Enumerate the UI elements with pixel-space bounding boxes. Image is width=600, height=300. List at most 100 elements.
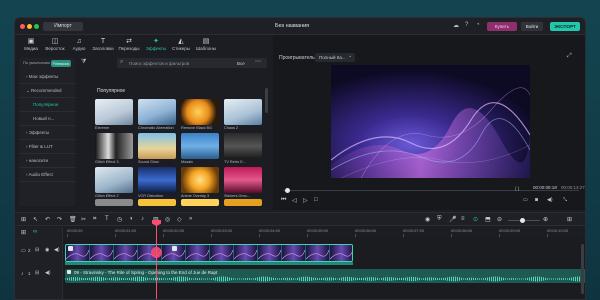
display-icon[interactable]: ▭ [523, 197, 528, 203]
fullscreen-icon[interactable]: ⤢ [567, 53, 572, 60]
redo-icon[interactable]: ↷ [57, 216, 62, 223]
effect-thumb[interactable] [95, 133, 133, 159]
filmstock-badge[interactable]: Filmstock [51, 60, 71, 67]
snap-icon[interactable]: ⊙ [473, 216, 478, 223]
select-icon[interactable]: ↖ [33, 216, 38, 223]
link-icon[interactable]: ∞ [33, 229, 37, 235]
volume-icon[interactable]: ◀) [547, 197, 553, 203]
grid-icon[interactable]: ⊞ [567, 216, 572, 223]
render-icon[interactable]: ◉ [425, 216, 430, 223]
effect-thumb[interactable] [138, 133, 176, 159]
effect-thumb[interactable] [224, 99, 262, 125]
funnel-icon[interactable]: ⧩ [81, 59, 86, 66]
nav-item-overlays[interactable]: › наносити [19, 154, 75, 168]
prev-frame-icon[interactable]: ◁ [292, 197, 297, 204]
quality-dropdown[interactable]: Полный Ка... ⌄ [315, 53, 355, 62]
cloud-icon[interactable]: ☁ [453, 22, 459, 29]
effect-thumb[interactable] [95, 99, 133, 125]
split-icon[interactable]: ✂ [81, 216, 86, 223]
import-button[interactable]: Импорт [43, 22, 83, 31]
zoom-out-icon[interactable]: ⊖ [497, 216, 502, 223]
effect-thumb[interactable] [95, 199, 133, 206]
tab-templates[interactable]: ▤ Шаблоны [194, 37, 218, 55]
library-scrollbar[interactable] [265, 88, 268, 113]
buy-button[interactable]: Купить [487, 22, 517, 31]
close-window-button[interactable] [20, 24, 25, 29]
more-icon[interactable]: ⋯ [255, 58, 261, 65]
nav-item-popular[interactable]: Популярное [19, 98, 75, 112]
nav-item-recommended[interactable]: ⌄ Recommended [19, 84, 75, 98]
layers-icon[interactable]: ≡ [461, 216, 465, 222]
marker-icon[interactable]: ⬒ [485, 216, 491, 223]
effect-thumb[interactable] [138, 199, 176, 206]
nav-item-audio-effect[interactable]: › Audio Effect [19, 168, 75, 182]
tab-effects[interactable]: ✦ Эффекты [144, 37, 168, 55]
crop-icon[interactable]: ⌗ [93, 216, 96, 223]
minimize-window-button[interactable] [27, 24, 32, 29]
motion-icon[interactable]: ◎ [165, 216, 170, 223]
playhead-clip-marker[interactable] [151, 247, 162, 258]
undo-icon[interactable]: ↶ [45, 216, 50, 223]
timeline-scrollbar[interactable] [581, 244, 584, 294]
tab-stock[interactable]: ◫ Веросток [43, 37, 67, 55]
layout-icon[interactable]: ⊞ [21, 216, 26, 223]
effect-thumb[interactable] [181, 167, 219, 193]
stop-icon[interactable]: □ [314, 197, 318, 203]
effect-thumb[interactable] [181, 99, 219, 125]
keyframe-icon[interactable]: ◇ [177, 216, 182, 223]
step-back-icon[interactable]: ⏮ [281, 197, 286, 204]
preview-scrubber[interactable] [283, 190, 579, 191]
speed-icon[interactable]: ◷ [117, 216, 122, 223]
playhead[interactable] [156, 223, 157, 299]
tab-transitions[interactable]: ⇄ Переходы [117, 37, 141, 55]
video-clip[interactable] [65, 244, 353, 262]
effect-thumb[interactable] [181, 133, 219, 159]
tab-media[interactable]: ▣ Медиа [19, 37, 43, 55]
lock-icon[interactable]: ⊟ [35, 247, 39, 253]
notification-icon[interactable]: ◔ [476, 22, 480, 28]
tab-audio[interactable]: ♫ Аудио [67, 37, 91, 55]
waveform-bar [577, 276, 578, 282]
color-icon[interactable]: ◑ [129, 216, 133, 222]
camera-icon[interactable]: ◙ [535, 197, 538, 203]
mute-icon[interactable]: ◀) [54, 247, 60, 253]
audio-lock-icon[interactable]: ⊟ [35, 270, 39, 276]
effect-thumb[interactable] [181, 199, 219, 206]
expand-icon[interactable]: ⤡ [563, 197, 567, 203]
play-icon[interactable]: ▷ [303, 197, 308, 204]
shield-icon[interactable]: ⛨ [437, 216, 442, 223]
nav-item-filter-lut[interactable]: › Filter & LUT [19, 140, 75, 154]
time-ruler[interactable]: 00:00:00 00:00:01:00 00:00:02:00 00:00:03:0… [65, 227, 585, 237]
nav-item-effects[interactable]: › Эффекты [19, 126, 75, 140]
zoom-slider-handle[interactable] [520, 217, 525, 223]
search-input[interactable]: ⌕ Поиск эффектов и фильтров Все ⋯ [117, 58, 267, 68]
scrubber-handle[interactable] [285, 188, 290, 193]
nav-item-new[interactable]: Новый п... [19, 112, 75, 126]
effect-thumb[interactable] [95, 167, 133, 193]
filter-dropdown[interactable]: Все [237, 61, 245, 66]
more-tools-icon[interactable]: » [189, 216, 192, 222]
effect-thumb[interactable] [224, 167, 262, 193]
waveform-bar [365, 277, 366, 281]
export-button[interactable]: ЭКСПОРТ [550, 22, 580, 31]
mic-icon[interactable]: 🎤 [449, 216, 456, 223]
effect-thumb[interactable] [138, 167, 176, 193]
maximize-window-button[interactable] [34, 24, 39, 29]
effect-thumb[interactable] [224, 199, 262, 206]
help-icon[interactable]: ? [465, 22, 468, 28]
delete-icon[interactable]: 🗑 [69, 216, 77, 223]
effect-thumb[interactable] [224, 133, 262, 159]
text-icon[interactable]: T [105, 216, 109, 222]
audio-mute-icon[interactable]: ◀) [45, 270, 51, 276]
login-button[interactable]: Войти [521, 22, 543, 31]
tab-stickers[interactable]: ◭ Стикеры [169, 37, 193, 55]
audio-adjust-icon[interactable]: ♪ [141, 216, 144, 222]
tab-titles[interactable]: T Заголовки [91, 37, 115, 55]
mark-in-icon[interactable]: { } [515, 186, 519, 191]
nav-item-my-effects[interactable]: › Мои эффекты [19, 70, 75, 84]
zoom-in-icon[interactable]: ⊕ [543, 216, 548, 223]
audio-clip[interactable]: 09 - Stravinsky - The Rite of Spring - O… [65, 269, 585, 283]
eye-icon[interactable]: ◉ [45, 247, 49, 253]
effect-thumb[interactable] [138, 99, 176, 125]
add-track-icon[interactable]: ⊞ [21, 229, 26, 236]
